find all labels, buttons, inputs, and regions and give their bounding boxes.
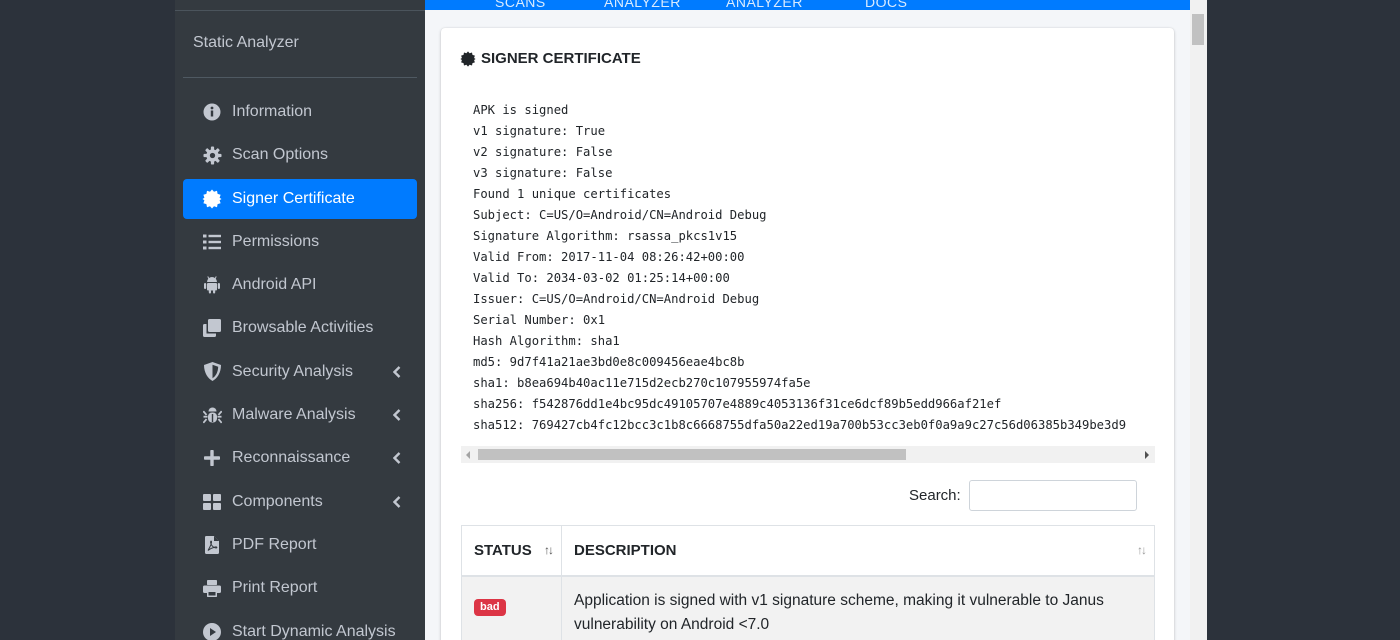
search-input[interactable] (968, 480, 1137, 511)
sidebar-item-label: Security Analysis (232, 362, 353, 380)
sort-icon: ↑↓ (544, 543, 554, 557)
horizontal-scrollbar[interactable] (461, 446, 1155, 463)
search-label: Search: (909, 487, 961, 504)
grid-icon (202, 492, 222, 512)
sidebar-brand[interactable]: Static Analyzer (193, 34, 299, 52)
chevron-left-icon (392, 365, 403, 379)
top-navbar: SCANS ANALYZER ANALYZER DOCS (425, 0, 1190, 10)
gear-icon (202, 145, 222, 165)
sidebar-item-label: Information (232, 103, 313, 120)
sidebar-item-label: Print Report (232, 579, 318, 597)
pdf-file-icon (202, 535, 222, 555)
sidebar-item-reconnaissance[interactable]: Reconnaissance (183, 438, 417, 478)
sidebar-item-signer-certificate[interactable]: Signer Certificate (183, 178, 417, 219)
horizontal-scroll-thumb[interactable] (478, 449, 906, 460)
info-circle-icon (202, 102, 222, 122)
table-row: bad Application is signed with v1 signat… (462, 577, 1154, 640)
plus-icon (202, 448, 222, 468)
column-header-label: STATUS (474, 542, 532, 559)
sidebar-item-label: Scan Options (232, 146, 329, 164)
sidebar-item-label: Android API (232, 276, 317, 294)
chevron-left-icon (392, 408, 403, 422)
sidebar-item-label: Malware Analysis (232, 406, 356, 424)
sidebar-item-label: Signer Certificate (232, 189, 355, 207)
chevron-left-icon (392, 451, 403, 465)
bug-icon (202, 405, 222, 425)
sort-icon: ↑↓ (1137, 543, 1147, 557)
sidebar-item-information[interactable]: Information (183, 92, 417, 132)
scroll-right-arrow-icon[interactable] (1145, 451, 1149, 459)
vertical-scroll-thumb[interactable] (1192, 14, 1204, 45)
sidebar-item-scan-options[interactable]: Scan Options (183, 135, 417, 175)
sidebar-item-label: Reconnaissance (232, 449, 351, 467)
table-search: Search: (909, 480, 1137, 511)
sidebar-item-malware-analysis[interactable]: Malware Analysis (183, 395, 417, 435)
column-header-status[interactable]: STATUS ↑↓ (462, 526, 562, 575)
sidebar-divider (183, 77, 417, 78)
main-content: SCANS ANALYZER ANALYZER DOCS SIGNER CERT… (425, 0, 1207, 640)
clone-icon (202, 318, 222, 338)
sidebar: Static Analyzer Information Scan Options… (175, 0, 425, 640)
sidebar-item-label: Browsable Activities (232, 319, 374, 337)
chevron-left-icon (392, 495, 403, 509)
certificate-details: APK is signed v1 signature: True v2 sign… (473, 103, 1127, 432)
findings-table: STATUS ↑↓ DESCRIPTION ↑↓ bad Application… (461, 525, 1155, 640)
certificate-text-box: APK is signed v1 signature: True v2 sign… (461, 97, 1155, 463)
android-icon (202, 275, 222, 295)
sidebar-item-android-api[interactable]: Android API (183, 265, 417, 305)
card-title-text: SIGNER CERTIFICATE (481, 50, 641, 67)
sidebar-item-start-dynamic-analysis[interactable]: Start Dynamic Analysis (183, 612, 417, 640)
table-header-row: STATUS ↑↓ DESCRIPTION ↑↓ (462, 526, 1154, 577)
sidebar-item-security-analysis[interactable]: Security Analysis (183, 352, 417, 392)
column-header-label: DESCRIPTION (574, 542, 677, 559)
scroll-left-arrow-icon[interactable] (466, 451, 470, 459)
sidebar-item-label: Start Dynamic Analysis (232, 622, 396, 640)
vertical-scrollbar[interactable] (1190, 0, 1207, 640)
sidebar-item-label: PDF Report (232, 535, 317, 553)
signer-certificate-card: SIGNER CERTIFICATE APK is signed v1 sign… (441, 28, 1174, 640)
topnav-item-docs[interactable]: DOCS (865, 0, 907, 10)
sidebar-item-print-report[interactable]: Print Report (183, 568, 417, 608)
sidebar-item-components[interactable]: Components (183, 482, 417, 522)
sidebar-top-divider (175, 10, 425, 11)
topnav-item-scans[interactable]: SCANS (495, 0, 546, 10)
shield-icon (202, 362, 222, 382)
certificate-icon (460, 50, 476, 67)
sidebar-item-permissions[interactable]: Permissions (183, 222, 417, 262)
sidebar-item-browsable-activities[interactable]: Browsable Activities (183, 308, 417, 348)
column-header-description[interactable]: DESCRIPTION ↑↓ (562, 526, 1154, 575)
printer-icon (202, 578, 222, 598)
sidebar-item-label: Components (232, 492, 323, 510)
topnav-item-static-analyzer[interactable]: ANALYZER (604, 0, 681, 10)
table-cell-description: Application is signed with v1 signature … (574, 592, 1104, 633)
sidebar-item-label: Permissions (232, 232, 320, 250)
table-cell-status: bad (462, 577, 562, 640)
status-badge: bad (474, 599, 506, 616)
list-icon (202, 232, 222, 252)
certificate-icon (202, 189, 222, 209)
sidebar-nav: Information Scan Options Signer Certific… (183, 92, 417, 640)
sidebar-item-pdf-report[interactable]: PDF Report (183, 525, 417, 565)
play-icon (202, 622, 222, 640)
card-title: SIGNER CERTIFICATE (460, 50, 641, 67)
topnav-item-dynamic-analyzer[interactable]: ANALYZER (726, 0, 803, 10)
